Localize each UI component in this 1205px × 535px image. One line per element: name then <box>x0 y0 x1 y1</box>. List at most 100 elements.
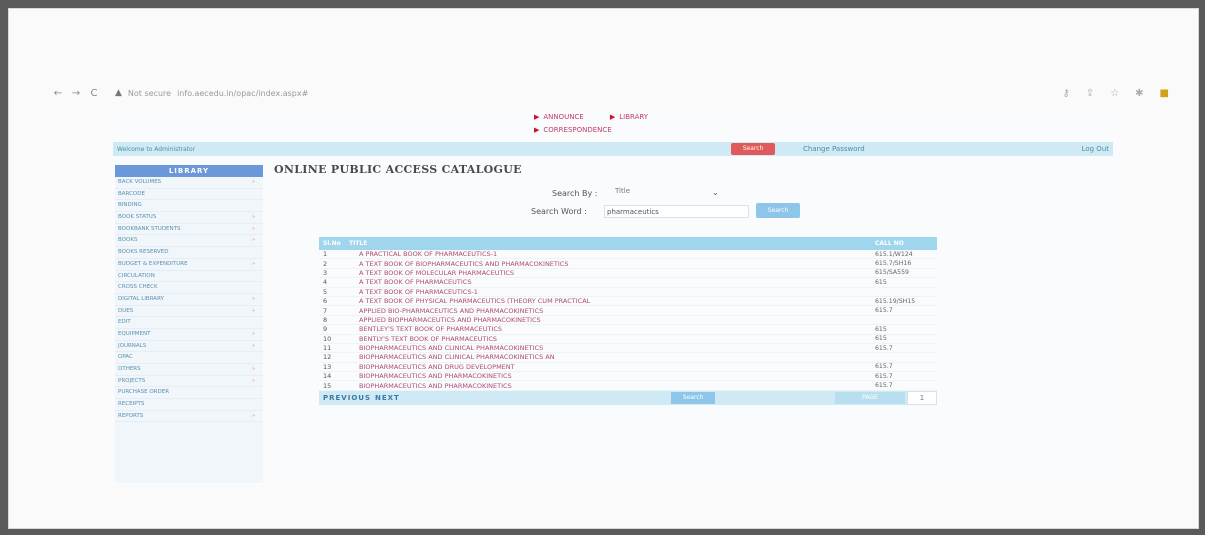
row-callno: 615 <box>875 278 887 286</box>
footer-search-button[interactable]: Search <box>671 391 715 404</box>
chevron-down-icon[interactable]: ⌄ <box>712 188 719 197</box>
sidebar-item[interactable]: DUES » <box>115 306 263 318</box>
row-number: 8 <box>323 315 328 324</box>
row-callno: 615.7 <box>875 382 893 390</box>
logout-link[interactable]: Log Out <box>1082 145 1109 153</box>
sidebar-item[interactable]: EQUIPMENT » <box>115 329 263 341</box>
sidebar-item[interactable]: BINDING <box>115 200 263 213</box>
expand-arrow-icon: » <box>251 366 255 372</box>
row-title-link[interactable]: A TEXT BOOK OF MOLECULAR PHARMACEUTICS <box>359 269 871 277</box>
sidebar-item[interactable]: CIRCULATION <box>115 271 263 283</box>
sidebar-item[interactable]: BOOKS » <box>115 235 263 248</box>
sidebar-item[interactable]: JOURNALS » <box>115 341 263 353</box>
sidebar-item[interactable]: BOOK STATUS » <box>115 212 263 224</box>
url-field[interactable]: info.aecedu.in/opac/index.aspx# <box>177 89 1062 98</box>
results-table: Sl.No TITLE CALL NO 1 A PRACTICAL BOOK OF… <box>319 237 937 405</box>
table-row: 4 A TEXT BOOK OF PHARMACEUTICS 615 <box>319 278 937 288</box>
toplink-correspondence[interactable]: ▶ CORRESPONDENCE <box>534 124 612 137</box>
share-icon[interactable]: ⇪ <box>1086 88 1094 99</box>
row-title-link[interactable]: BIOPHARMACEUTICS AND DRUG DEVELOPMENT <box>359 363 871 371</box>
row-callno: 615/SA559 <box>875 269 909 277</box>
toplink-announce[interactable]: ▶ ANNOUNCE <box>534 111 584 124</box>
sidebar-item[interactable]: PROJECTS » <box>115 376 263 388</box>
sidebar-item[interactable]: BACK VOLUMES » <box>115 177 263 189</box>
sidebar-item[interactable]: EDIT <box>115 317 263 329</box>
sidebar-item-label: EDIT <box>118 319 131 326</box>
page-button[interactable]: PAGE <box>835 391 905 404</box>
sidebar-item-label: BARCODE <box>118 190 145 197</box>
search-by-select[interactable]: Title <box>612 187 722 200</box>
sidebar-item[interactable]: OTHERS » <box>115 364 263 376</box>
header-title: TITLE <box>349 240 368 247</box>
row-title-link[interactable]: A PRACTICAL BOOK OF PHARMACEUTICS-1 <box>359 250 871 258</box>
sidebar-item[interactable]: BARCODE <box>115 189 263 201</box>
sidebar-item[interactable]: BUDGET & EXPENDITURE » <box>115 259 263 271</box>
search-button[interactable]: Search <box>756 203 800 218</box>
row-number: 10 <box>323 334 332 343</box>
header-callno: CALL NO <box>875 240 904 247</box>
row-title-link[interactable]: A TEXT BOOK OF PHYSICAL PHARMACEUTICS (T… <box>359 297 871 305</box>
row-number: 1 <box>323 250 328 259</box>
profile-icon[interactable]: ■ <box>1160 88 1169 99</box>
page-title: ONLINE PUBLIC ACCESS CATALOGUE <box>274 163 522 176</box>
sidebar-item-label: BOOKBANK STUDENTS <box>118 225 181 232</box>
row-title-link[interactable]: A TEXT BOOK OF PHARMACEUTICS <box>359 278 871 286</box>
row-number: 5 <box>323 287 328 296</box>
next-link[interactable]: NEXT <box>371 394 400 402</box>
back-icon[interactable]: ← <box>49 88 67 99</box>
bullet-icon: ▶ <box>534 126 540 134</box>
welcome-bar: Welcome to Administrator Search Change P… <box>113 142 1113 156</box>
row-title-link[interactable]: BENTLEY'S TEXT BOOK OF PHARMACEUTICS <box>359 325 871 333</box>
row-title-link[interactable]: APPLIED BIOPHARMACEUTICS AND PHARMACOKIN… <box>359 316 871 324</box>
reload-icon[interactable]: C <box>85 88 103 99</box>
row-title-link[interactable]: BIOPHARMACEUTICS AND CLINICAL PHARMACOKI… <box>359 344 871 352</box>
page-select[interactable]: 1 <box>907 390 937 405</box>
table-row: 6 A TEXT BOOK OF PHYSICAL PHARMACEUTICS (… <box>319 297 937 307</box>
table-row: 8 APPLIED BIOPHARMACEUTICS AND PHARMACOKI… <box>319 315 937 326</box>
row-callno: 615.7 <box>875 363 893 371</box>
sidebar-item[interactable]: BOOKS RESERVED <box>115 247 263 259</box>
expand-arrow-icon: » <box>251 377 255 384</box>
row-title-link[interactable]: APPLIED BIO-PHARMACEUTICS AND PHARMACOKI… <box>359 307 871 315</box>
sidebar-item-label: PROJECTS <box>118 377 146 384</box>
row-callno: 615.19/SH15 <box>875 297 916 305</box>
row-title-link[interactable]: BIOPHARMACEUTICS AND PHARMACOKINETICS <box>359 382 871 390</box>
sidebar-item[interactable]: BOOKBANK STUDENTS » <box>115 224 263 236</box>
sidebar-item[interactable]: REPORTS » <box>115 411 263 423</box>
expand-arrow-icon: » <box>251 179 255 185</box>
extension-icon[interactable]: ✱ <box>1135 88 1143 99</box>
star-icon[interactable]: ☆ <box>1110 88 1119 99</box>
forward-icon[interactable]: → <box>67 88 85 99</box>
row-title-link[interactable]: A TEXT BOOK OF PHARMACEUTICS-1 <box>359 288 871 296</box>
sidebar-item[interactable]: CROSS CHECK <box>115 282 263 294</box>
expand-arrow-icon: » <box>251 260 255 267</box>
welcome-text: Welcome to Administrator <box>117 145 196 153</box>
row-callno: 615.1/W124 <box>875 250 913 258</box>
search-word-label: Search Word : <box>531 207 587 216</box>
table-row: 2 A TEXT BOOK OF BIOPHARMACEUTICS AND PHA… <box>319 259 937 269</box>
sidebar-item-label: CROSS CHECK <box>118 284 158 291</box>
key-icon[interactable]: ⚷ <box>1062 88 1069 99</box>
row-title-link[interactable]: BIOPHARMACEUTICS AND PHARMACOKINETICS <box>359 372 871 380</box>
row-title-link[interactable]: BIOPHARMACEUTICS AND CLINICAL PHARMACOKI… <box>359 353 871 361</box>
previous-link[interactable]: PREVIOUS <box>319 394 371 402</box>
sidebar-item[interactable]: RECEIPTS <box>115 399 263 411</box>
search-word-input[interactable]: pharmaceutics <box>604 205 749 218</box>
sidebar-item[interactable]: OPAC <box>115 352 263 364</box>
sidebar-item[interactable]: PURCHASE ORDER <box>115 387 263 400</box>
row-title-link[interactable]: A TEXT BOOK OF BIOPHARMACEUTICS AND PHAR… <box>359 260 871 268</box>
table-row: 7 APPLIED BIO-PHARMACEUTICS AND PHARMACOK… <box>319 306 937 316</box>
sidebar-item-label: BOOKS RESERVED <box>118 249 169 256</box>
toplink-library[interactable]: ▶ LIBRARY <box>610 111 648 124</box>
top-links: ▶ ANNOUNCE ▶ LIBRARY ▶ CORRESPONDENCE <box>534 111 648 137</box>
sidebar-item-label: PURCHASE ORDER <box>118 389 170 396</box>
row-number: 3 <box>323 268 328 277</box>
not-secure-icon[interactable]: ▲ <box>115 88 122 98</box>
header-search-button[interactable]: Search <box>731 143 775 155</box>
change-password-link[interactable]: Change Password <box>803 145 865 153</box>
row-number: 14 <box>323 372 332 381</box>
sidebar-item-label: BUDGET & EXPENDITURE <box>118 260 188 267</box>
web-page: ▶ ANNOUNCE ▶ LIBRARY ▶ CORRESPONDENCE Welco… <box>109 105 1119 485</box>
sidebar-item[interactable]: DIGITAL LIBRARY » <box>115 294 263 306</box>
row-title-link[interactable]: BENTLY'S TEXT BOOK OF PHARMACEUTICS <box>359 335 871 343</box>
